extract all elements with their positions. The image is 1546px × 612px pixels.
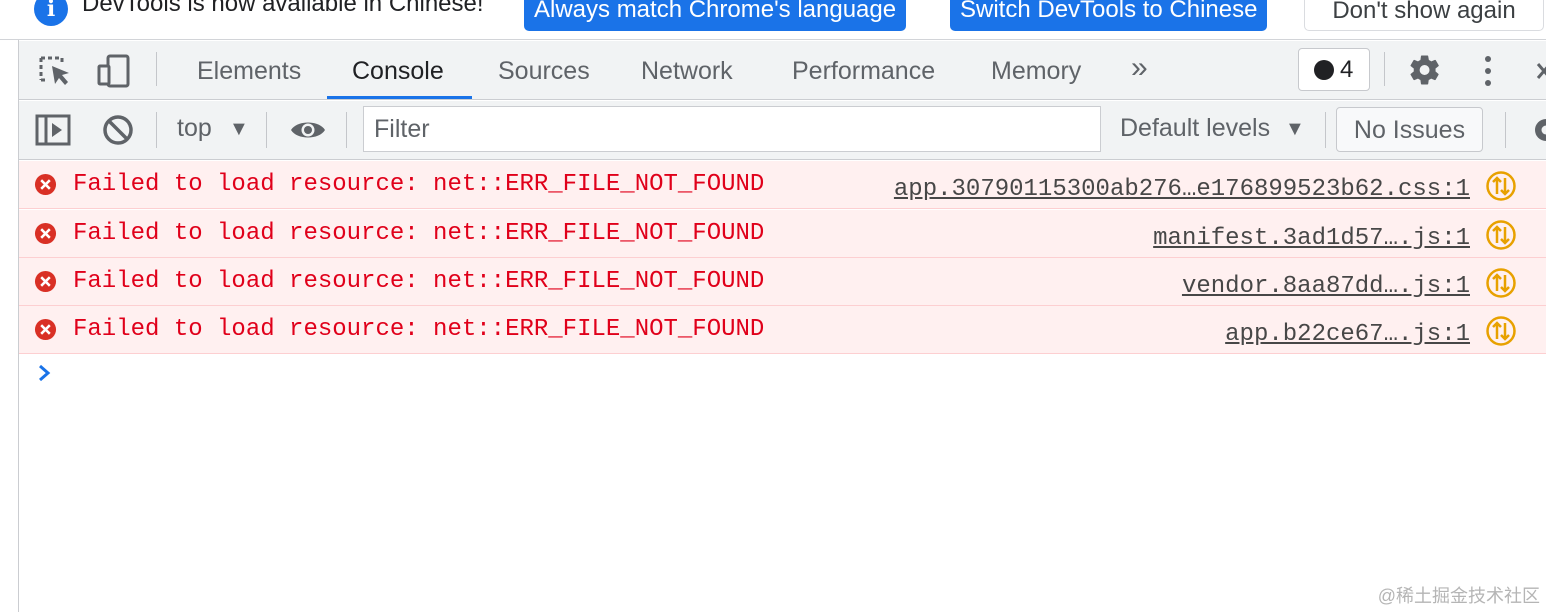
toolbar-divider (266, 112, 267, 148)
source-link[interactable]: vendor.8aa87dd….js:1 (1182, 273, 1470, 300)
infobar-message: DevTools is now available in Chinese! (82, 0, 484, 17)
source-link[interactable]: app.b22ce67….js:1 (1225, 321, 1470, 348)
tab-console[interactable]: Console (352, 41, 444, 100)
show-sidebar-icon[interactable] (35, 114, 71, 146)
error-message: Failed to load resource: net::ERR_FILE_N… (73, 316, 765, 343)
tab-network[interactable]: Network (641, 41, 733, 100)
tab-sources[interactable]: Sources (498, 41, 590, 100)
network-request-icon[interactable] (1485, 315, 1517, 347)
close-icon[interactable] (1536, 60, 1546, 82)
console-error-row[interactable]: Failed to load resource: net::ERR_FILE_N… (19, 258, 1546, 306)
source-link[interactable]: app.30790115300ab276…e176899523b62.css:1 (894, 176, 1470, 203)
console-error-row[interactable]: Failed to load resource: net::ERR_FILE_N… (19, 306, 1546, 354)
eye-icon[interactable] (289, 117, 327, 143)
inspect-element-icon[interactable] (38, 54, 74, 88)
dont-show-again-button[interactable]: Don't show again (1304, 0, 1544, 31)
issues-counter-badge[interactable] (1298, 48, 1370, 91)
tab-performance[interactable]: Performance (792, 41, 935, 100)
error-icon (34, 318, 57, 341)
console-error-row[interactable]: Failed to load resource: net::ERR_FILE_N… (19, 210, 1546, 258)
network-request-icon[interactable] (1485, 170, 1517, 202)
context-selector[interactable]: top (177, 114, 212, 143)
clear-console-icon[interactable] (101, 113, 135, 147)
toolbar-divider (346, 112, 347, 148)
log-levels-dropdown[interactable]: Default levels (1120, 114, 1270, 143)
console-settings-gear-icon[interactable] (1530, 114, 1546, 146)
device-toolbar-icon[interactable] (96, 53, 132, 89)
active-tab-indicator (327, 96, 472, 99)
error-message: Failed to load resource: net::ERR_FILE_N… (73, 171, 765, 198)
caret-down-icon[interactable]: ▼ (229, 118, 249, 141)
language-infobar: i DevTools is now available in Chinese! … (0, 0, 1546, 40)
error-message: Failed to load resource: net::ERR_FILE_N… (73, 220, 765, 247)
network-request-icon[interactable] (1485, 219, 1517, 251)
error-icon (34, 222, 57, 245)
chevron-right-icon[interactable] (36, 363, 54, 383)
message-dot-icon (1314, 60, 1334, 80)
console-error-row[interactable]: Failed to load resource: net::ERR_FILE_N… (19, 161, 1546, 209)
source-link[interactable]: manifest.3ad1d57….js:1 (1153, 225, 1470, 252)
error-message: Failed to load resource: net::ERR_FILE_N… (73, 268, 765, 295)
tab-memory[interactable]: Memory (991, 41, 1081, 100)
toolbar-divider (1325, 112, 1326, 148)
network-request-icon[interactable] (1485, 267, 1517, 299)
toolbar-divider (1505, 112, 1506, 148)
toolbar-divider (1384, 52, 1385, 86)
watermark: @稀土掘金技术社区 (1377, 586, 1540, 606)
info-icon: i (34, 0, 68, 26)
more-tabs-button[interactable]: » (1131, 38, 1148, 97)
error-icon (34, 270, 57, 293)
kebab-menu-icon[interactable] (1478, 54, 1498, 88)
tab-elements[interactable]: Elements (197, 41, 301, 100)
always-match-language-button[interactable]: Always match Chrome's language (524, 0, 907, 31)
issues-button[interactable]: No Issues (1336, 107, 1483, 152)
error-icon (34, 173, 57, 196)
caret-down-icon[interactable]: ▼ (1285, 118, 1305, 141)
devtools-window: i DevTools is now available in Chinese! … (0, 0, 1546, 612)
toolbar-divider (156, 52, 157, 86)
toolbar-divider (156, 112, 157, 148)
filter-input[interactable] (363, 106, 1101, 152)
gear-icon[interactable] (1408, 53, 1442, 87)
issues-count: 4 (1340, 56, 1354, 83)
switch-to-chinese-button[interactable]: Switch DevTools to Chinese (950, 0, 1268, 31)
